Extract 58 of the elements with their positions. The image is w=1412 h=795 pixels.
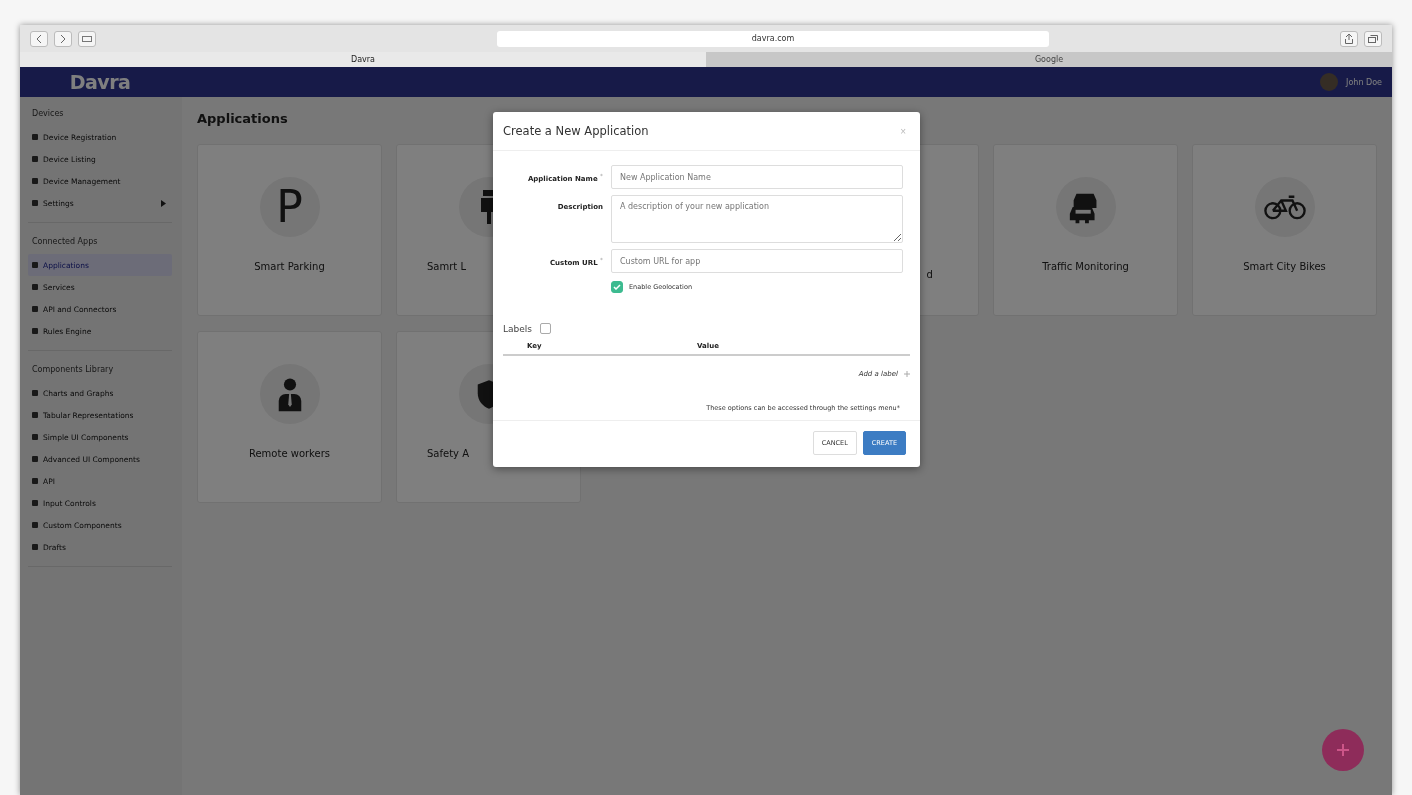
bullet-icon	[32, 200, 38, 206]
bullet-icon	[32, 500, 38, 506]
application-card[interactable]: Smart City Bikes	[1192, 144, 1377, 316]
address-bar[interactable]: davra.com	[497, 30, 1049, 47]
page-title: Applications	[197, 111, 289, 126]
card-label: Smart City Bikes	[1242, 261, 1327, 272]
description-field[interactable]: A description of your new application	[611, 195, 903, 243]
section-title: Labels	[503, 323, 532, 334]
letter-p-icon: P	[276, 185, 303, 229]
card-label: Traffic Monitoring	[1041, 261, 1130, 272]
card-label: Smart Parking	[253, 261, 326, 272]
browser-tab[interactable]: Davra	[20, 52, 706, 67]
dialog-title: Create a New Application	[503, 124, 649, 138]
back-button[interactable]	[30, 30, 48, 47]
bullet-icon	[32, 478, 38, 484]
person-icon	[276, 376, 303, 412]
share-button[interactable]	[1340, 30, 1358, 47]
bullet-icon	[32, 284, 38, 290]
help-icon[interactable]	[539, 323, 551, 334]
application-card[interactable]: P Smart Parking	[197, 144, 382, 316]
bullet-icon	[32, 306, 38, 312]
bicycle-icon	[1261, 193, 1308, 221]
sidebar-icon	[82, 35, 92, 42]
input-field[interactable]: Custom URL for app	[611, 249, 903, 273]
bullet-icon	[32, 412, 38, 418]
logo: Davra	[68, 71, 132, 93]
sidebar-heading: Components Library	[32, 365, 115, 374]
share-icon	[1345, 33, 1353, 44]
checkbox[interactable]	[611, 281, 623, 293]
sidebar-heading: Connected Apps	[32, 237, 99, 246]
tabs-button[interactable]	[1364, 30, 1382, 47]
bullet-icon	[32, 434, 38, 440]
sidebar-heading: Devices	[32, 109, 65, 118]
bullet-icon	[32, 456, 38, 462]
browser-tab[interactable]: Google	[706, 52, 1392, 67]
input-field[interactable]: New Application Name	[611, 165, 903, 189]
bullet-icon	[32, 328, 38, 334]
bullet-icon	[32, 390, 38, 396]
card-label: Samrt L	[427, 261, 466, 272]
bullet-icon	[32, 134, 38, 140]
chevron-right-icon	[60, 34, 66, 43]
forward-button[interactable]	[54, 30, 72, 47]
chevron-icon	[161, 199, 166, 207]
bullet-icon	[32, 522, 38, 528]
card-label: d	[925, 269, 934, 280]
plus-icon	[1336, 743, 1350, 757]
application-card[interactable]: Traffic Monitoring	[993, 144, 1178, 316]
bullet-icon	[32, 156, 38, 162]
chevron-left-icon	[36, 34, 42, 43]
bullet-icon	[32, 178, 38, 184]
bullet-icon	[32, 262, 38, 268]
card-label: Remote workers	[247, 448, 332, 459]
tabs-icon	[1368, 34, 1378, 43]
card-label: Safety A	[427, 448, 469, 459]
sidebar-toggle-button[interactable]	[78, 30, 96, 47]
application-card[interactable]: Remote workers	[197, 331, 382, 503]
user-name[interactable]: John Doe	[1346, 77, 1382, 87]
bullet-icon	[32, 544, 38, 550]
